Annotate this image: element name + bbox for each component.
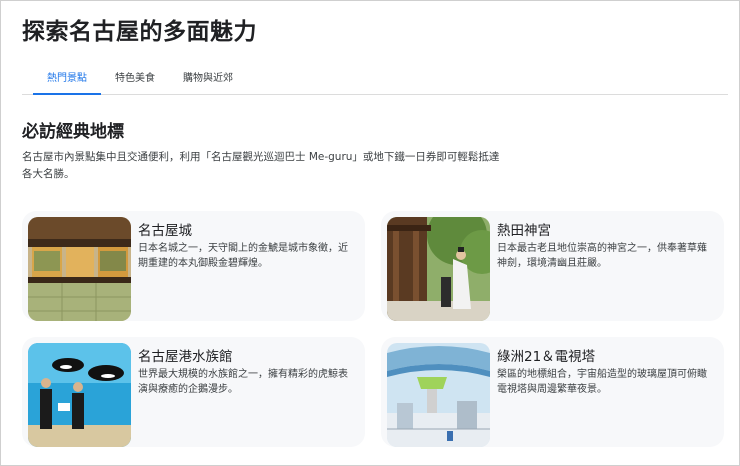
spot-description: 日本最古老且地位崇高的神宮之一，供奉著草薙神劍，環境清幽且莊嚴。 [497,243,707,269]
spot-name: 名古屋城 [138,223,192,239]
tab-bar: 熱門景點 特色美食 購物與近郊 [22,58,728,95]
page-title: 探索名古屋的多面魅力 [22,19,257,45]
tab-shopping-suburbs[interactable]: 購物與近郊 [183,58,233,94]
spot-name: 綠洲21＆電視塔 [497,349,596,365]
shrine-priest-image [387,217,490,321]
orca-tank-image [28,343,131,447]
spot-name: 熱田神宮 [497,223,551,239]
spot-description: 榮區的地標組合，宇宙船造型的玻璃屋頂可俯瞰電視塔與周邊繁華夜景。 [497,369,707,395]
section-title: 必訪經典地標 [22,122,124,142]
spot-card-atsuta-shrine[interactable]: 熱田神宮 日本最古老且地位崇高的神宮之一，供奉著草薙神劍，環境清幽且莊嚴。 [381,211,724,321]
palace-interior-image [28,217,131,321]
spot-card-nagoya-castle[interactable]: 名古屋城 日本名城之一，天守閣上的金鯱是城市象徵，近期重建的本丸御殿金碧輝煌。 [22,211,365,321]
spot-description: 世界最大規模的水族館之一，擁有精彩的虎鯨表演與療癒的企鵝漫步。 [138,369,348,395]
spot-name: 名古屋港水族館 [138,349,233,365]
tab-local-food[interactable]: 特色美食 [115,58,155,94]
section-description: 名古屋市內景點集中且交通便利，利用「名古屋觀光巡迴巴士 Me-guru」或地下鐵… [22,151,500,180]
spot-card-port-aquarium[interactable]: 名古屋港水族館 世界最大規模的水族館之一，擁有精彩的虎鯨表演與療癒的企鵝漫步。 [22,337,365,447]
tab-popular-spots[interactable]: 熱門景點 [33,58,101,95]
spot-description: 日本名城之一，天守閣上的金鯱是城市象徵，近期重建的本丸御殿金碧輝煌。 [138,243,348,269]
spot-card-oasis21-tv-tower[interactable]: 綠洲21＆電視塔 榮區的地標組合，宇宙船造型的玻璃屋頂可俯瞰電視塔與周邊繁華夜景… [381,337,724,447]
glass-roof-image [387,343,490,447]
